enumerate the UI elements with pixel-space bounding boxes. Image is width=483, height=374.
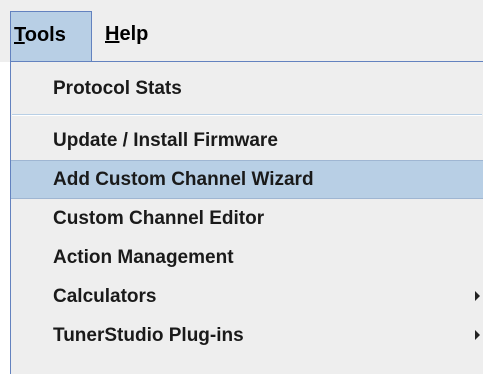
menu-item-label: Calculators <box>53 286 157 307</box>
menu-item-label: Custom Channel Editor <box>53 208 265 229</box>
menu-item-protocol-stats[interactable]: Protocol Stats <box>11 69 483 108</box>
menu-item-label: Add Custom Channel Wizard <box>53 169 314 190</box>
menu-item-label: Action Management <box>53 247 234 268</box>
menu-help[interactable]: Help <box>105 11 165 61</box>
menu-item-tunerstudio-plugins[interactable]: TunerStudio Plug-ins <box>11 316 483 355</box>
menu-help-mnemonic: H <box>105 23 120 45</box>
menu-item-update-install-firmware[interactable]: Update / Install Firmware <box>11 121 483 160</box>
menu-item-action-management[interactable]: Action Management <box>11 238 483 277</box>
chevron-right-icon <box>475 330 480 340</box>
menu-bar: Tools Help <box>0 0 483 62</box>
menu-item-add-custom-channel-wizard[interactable]: Add Custom Channel Wizard <box>11 160 483 199</box>
menu-tools-mnemonic: T <box>14 24 25 46</box>
menu-separator <box>12 114 482 116</box>
menu-item-custom-channel-editor[interactable]: Custom Channel Editor <box>11 199 483 238</box>
menu-item-label: TunerStudio Plug-ins <box>53 325 244 346</box>
menu-item-label: Protocol Stats <box>53 78 182 99</box>
tools-menu-popup: Protocol Stats Update / Install Firmware… <box>10 61 483 374</box>
menu-help-label: elp <box>119 23 149 45</box>
menu-item-calculators[interactable]: Calculators <box>11 277 483 316</box>
menu-item-label: Update / Install Firmware <box>53 130 278 151</box>
menu-tools[interactable]: Tools <box>10 11 92 61</box>
chevron-right-icon <box>475 291 480 301</box>
menu-tools-label: ools <box>24 24 66 46</box>
